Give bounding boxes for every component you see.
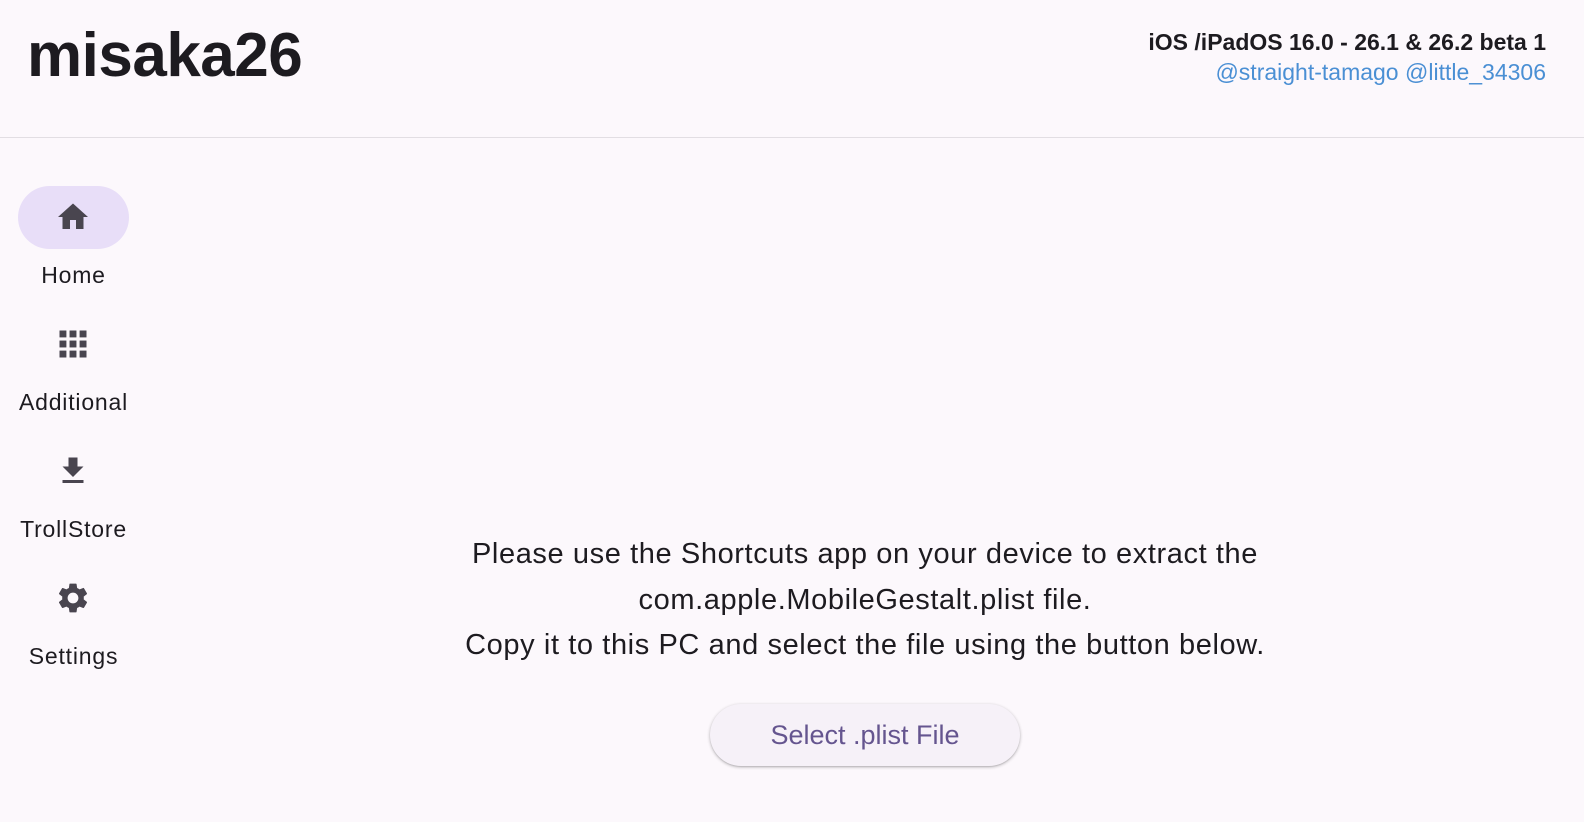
- app-header: misaka26 iOS /iPadOS 16.0 - 26.1 & 26.2 …: [0, 0, 1584, 138]
- instruction-line: com.apple.MobileGestalt.plist file.: [638, 583, 1092, 616]
- header-info: iOS /iPadOS 16.0 - 26.1 & 26.2 beta 1 @s…: [1148, 27, 1546, 87]
- instruction-text: Please use the Shortcuts app on your dev…: [160, 532, 1570, 669]
- credit-link-straight-tamago[interactable]: @straight-tamago: [1215, 59, 1398, 85]
- gear-icon: [58, 583, 88, 613]
- nav-label-settings: Settings: [28, 643, 119, 669]
- apps-grid-icon: [59, 330, 87, 358]
- home-icon: [58, 203, 88, 229]
- supported-version-text: iOS /iPadOS 16.0 - 26.1 & 26.2 beta 1: [1148, 29, 1546, 55]
- credit-link-little-34306[interactable]: @little_34306: [1405, 59, 1546, 85]
- app-title: misaka26: [27, 21, 303, 90]
- nav-label-additional: Additional: [18, 389, 129, 415]
- instruction-line: Copy it to this PC and select the file u…: [465, 629, 1265, 661]
- select-plist-file-button[interactable]: Select .plist File: [710, 704, 1020, 766]
- credits: @straight-tamago @little_34306: [1148, 57, 1546, 87]
- nav-item-settings[interactable]: Settings: [0, 567, 147, 677]
- nav-label-home: Home: [41, 262, 106, 288]
- nav-item-home[interactable]: Home: [0, 186, 147, 296]
- nav-item-additional[interactable]: Additional: [0, 313, 147, 423]
- instruction-line: Please use the Shortcuts app on your dev…: [471, 538, 1259, 570]
- nav-label-trollstore: TrollStore: [20, 516, 127, 542]
- nav-item-trollstore[interactable]: TrollStore: [0, 440, 147, 550]
- download-icon: [62, 457, 84, 483]
